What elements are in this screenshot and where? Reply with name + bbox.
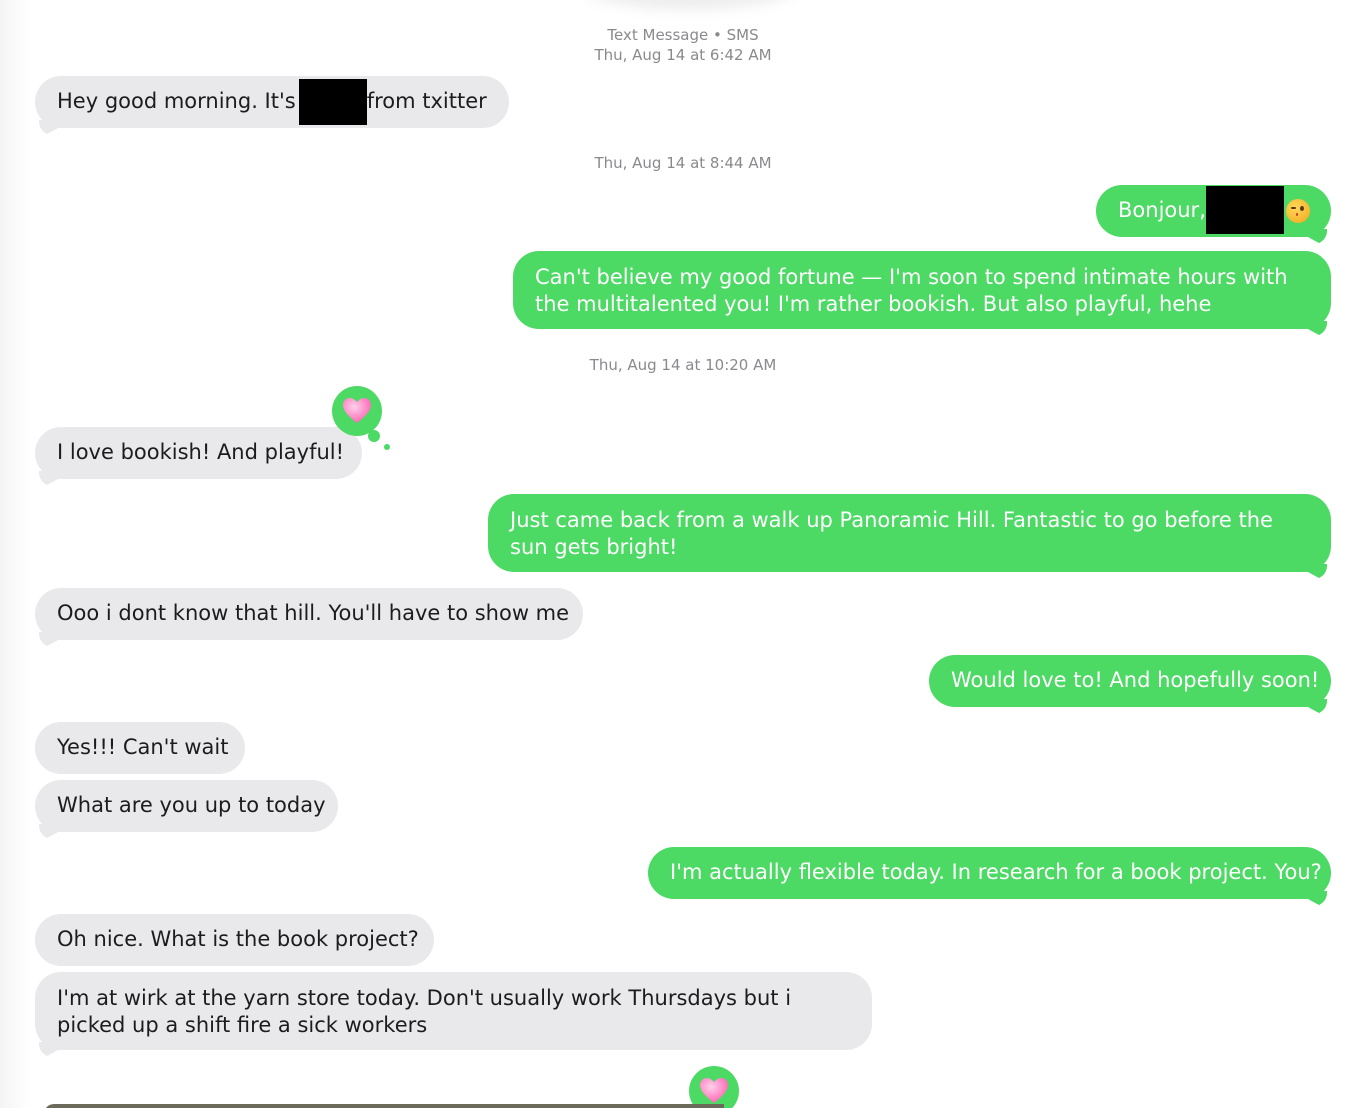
message-text: I love bookish! And playful! (57, 440, 345, 464)
timestamp: Thu, Aug 14 at 6:42 AM (594, 46, 772, 64)
incoming-message[interactable]: I'm at wirk at the yarn store today. Don… (35, 972, 872, 1050)
heart-tapback[interactable] (689, 1066, 739, 1108)
message-text: Just came back from a walk up Panoramic … (510, 508, 1273, 559)
heart-icon (700, 1078, 728, 1104)
incoming-message[interactable]: Ooo i dont know that hill. You'll have t… (35, 588, 583, 640)
outgoing-message[interactable]: I'm actually flexible today. In research… (648, 847, 1331, 899)
message-text: What are you up to today (57, 793, 326, 817)
timestamp: Thu, Aug 14 at 10:20 AM (589, 356, 777, 374)
message-text: Oh nice. What is the book project? (57, 927, 419, 951)
message-text: Yes!!! Can't wait (57, 735, 229, 759)
message-text: Would love to! And hopefully soon! (951, 668, 1320, 692)
message-text: Can't believe my good fortune — I'm soon… (535, 265, 1288, 316)
message-type-label: Text Message • SMS (607, 26, 759, 44)
incoming-message[interactable]: Hey good morning. It's from txitter (35, 76, 509, 128)
incoming-message[interactable]: I love bookish! And playful! (35, 427, 362, 479)
redaction-box (1205, 185, 1284, 234)
outgoing-message[interactable]: Would love to! And hopefully soon! (929, 655, 1331, 707)
outgoing-message[interactable]: Bonjour, (1096, 185, 1331, 237)
message-text: Bonjour, (1118, 198, 1206, 222)
timestamp: Thu, Aug 14 at 8:44 AM (594, 154, 772, 172)
top-fade (580, 0, 800, 10)
incoming-message[interactable]: Oh nice. What is the book project? (35, 914, 434, 966)
image-attachment[interactable] (44, 1104, 724, 1108)
winking-face-icon (1285, 199, 1310, 223)
redaction-box (298, 78, 367, 125)
outgoing-message[interactable]: Just came back from a walk up Panoramic … (488, 494, 1331, 572)
incoming-message[interactable]: What are you up to today (35, 780, 338, 832)
message-text: I'm actually flexible today. In research… (670, 860, 1322, 884)
message-text: Hey good morning. It's (57, 89, 296, 113)
message-text: Ooo i dont know that hill. You'll have t… (57, 601, 570, 625)
outgoing-message[interactable]: Can't believe my good fortune — I'm soon… (513, 251, 1331, 329)
heart-tapback[interactable] (332, 386, 390, 450)
message-thread: Text Message • SMS Thu, Aug 14 at 6:42 A… (0, 0, 1366, 1108)
message-text: from txitter (366, 89, 487, 113)
message-text: I'm at wirk at the yarn store today. Don… (57, 986, 792, 1037)
heart-icon (343, 398, 371, 424)
incoming-message[interactable]: Yes!!! Can't wait (35, 722, 245, 774)
